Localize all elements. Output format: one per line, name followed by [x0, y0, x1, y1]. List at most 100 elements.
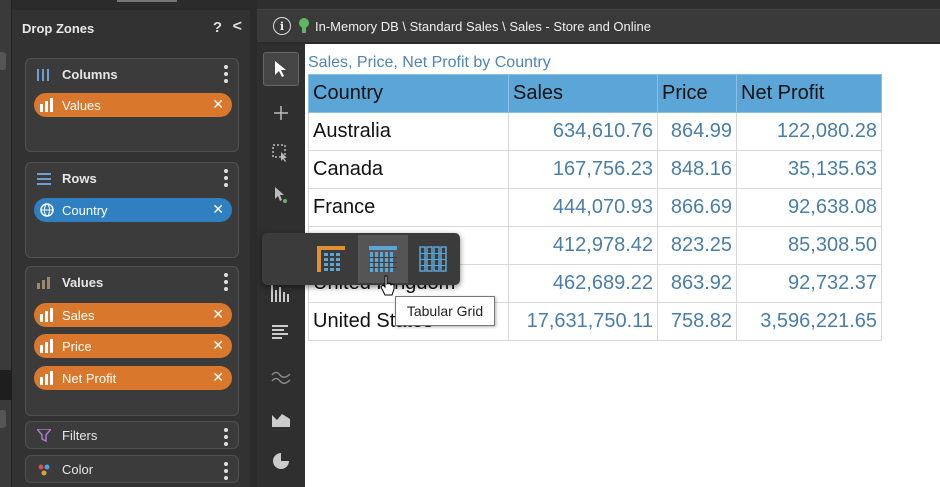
pill-label: Sales: [62, 307, 95, 323]
columns-zone-title: Columns: [62, 67, 118, 82]
drop-zones-title: Drop Zones: [22, 20, 95, 36]
drop-zones-panel: Drop Zones ? < Columns Values ✕ Rows Cou…: [12, 10, 250, 487]
price-cell[interactable]: 823.25: [657, 226, 737, 265]
net-profit-cell[interactable]: 92,732.37: [736, 264, 882, 303]
values-net-profit-pill[interactable]: Net Profit ✕: [34, 366, 232, 390]
column-header[interactable]: Net Profit: [736, 74, 882, 113]
help-icon[interactable]: ?: [213, 19, 222, 36]
report-breadcrumb-bar: i In-Memory DB \ Standard Sales \ Sales …: [257, 10, 940, 42]
report-title: Sales, Price, Net Profit by Country: [308, 54, 551, 71]
info-icon[interactable]: i: [273, 17, 291, 35]
pie-chart-button[interactable]: [263, 444, 299, 478]
price-cell[interactable]: 848.16: [657, 150, 737, 189]
rows-menu-icon[interactable]: [224, 169, 228, 187]
price-cell[interactable]: 758.82: [657, 302, 737, 341]
net-profit-cell[interactable]: 3,596,221.65: [736, 302, 882, 341]
pill-label: Country: [62, 202, 108, 218]
net-profit-cell[interactable]: 92,638.08: [736, 188, 882, 227]
table-row: Australia 634,610.76 864.99 122,080.28: [308, 112, 882, 151]
compact-grid-icon: [419, 246, 447, 272]
edge-divider: [0, 370, 12, 400]
values-menu-icon[interactable]: [224, 273, 228, 291]
sales-cell[interactable]: 634,610.76: [508, 112, 658, 151]
color-menu-icon[interactable]: [224, 462, 228, 480]
remove-icon[interactable]: ✕: [212, 201, 224, 218]
column-header[interactable]: Sales: [508, 74, 658, 113]
compact-grid-option[interactable]: [408, 235, 458, 283]
columns-zone[interactable]: Columns Values ✕: [25, 58, 239, 152]
select-pointer-button[interactable]: [263, 52, 299, 86]
sales-cell[interactable]: 412,978.42: [508, 226, 658, 265]
remove-icon[interactable]: ✕: [212, 369, 224, 386]
filters-menu-icon[interactable]: [224, 428, 228, 446]
rows-country-pill[interactable]: Country ✕: [34, 198, 232, 222]
measure-icon: [40, 339, 56, 353]
tab-indicator: [117, 0, 177, 2]
color-zone[interactable]: Color: [25, 455, 239, 483]
net-profit-cell[interactable]: 122,080.28: [736, 112, 882, 151]
country-cell[interactable]: Australia: [308, 112, 509, 151]
mouse-cursor: [380, 275, 396, 302]
column-header[interactable]: Price: [657, 74, 737, 113]
rows-zone[interactable]: Rows Country ✕: [25, 162, 239, 258]
values-price-pill[interactable]: Price ✕: [34, 334, 232, 358]
values-sales-pill[interactable]: Sales ✕: [34, 303, 232, 327]
top-strip: [117, 0, 940, 10]
drop-zones-header: Drop Zones ? <: [12, 10, 250, 46]
pill-label: Price: [62, 338, 92, 354]
marquee-select-button[interactable]: [263, 136, 299, 170]
grid-type-flyout: [262, 233, 460, 285]
pill-label: Net Profit: [62, 370, 117, 386]
measure-icon: [40, 371, 56, 385]
remove-icon[interactable]: ✕: [212, 306, 224, 323]
net-profit-cell[interactable]: 35,135.63: [736, 150, 882, 189]
pointer-icon: [275, 61, 286, 77]
values-icon: [36, 276, 52, 290]
column-header[interactable]: Country: [308, 74, 509, 113]
pie-chart-icon: [273, 453, 289, 469]
area-chart-button[interactable]: [263, 402, 299, 436]
area-chart-icon: [272, 414, 290, 427]
text-visual-button[interactable]: [263, 316, 299, 350]
remove-icon[interactable]: ✕: [212, 337, 224, 354]
country-cell[interactable]: France: [308, 188, 509, 227]
values-zone[interactable]: Values Sales ✕ Price ✕ Net Profit ✕: [25, 266, 239, 416]
breadcrumb: In-Memory DB \ Standard Sales \ Sales - …: [315, 18, 651, 34]
filter-icon: [36, 429, 52, 443]
table-row: Canada 167,756.23 848.16 35,135.63: [308, 150, 882, 189]
filters-zone[interactable]: Filters: [25, 421, 239, 449]
price-cell[interactable]: 864.99: [657, 112, 737, 151]
tooltip: Tabular Grid: [395, 296, 495, 326]
table-row: France 444,070.93 866.69 92,638.08: [308, 188, 882, 227]
color-zone-title: Color: [62, 462, 94, 477]
rows-icon: [36, 172, 52, 186]
globe-icon: [40, 203, 56, 217]
price-cell[interactable]: 863.92: [657, 264, 737, 303]
edge-handle[interactable]: [0, 52, 6, 70]
remove-icon[interactable]: ✕: [212, 96, 224, 113]
net-profit-cell[interactable]: 85,308.50: [736, 226, 882, 265]
header-row: Country Sales Price Net Profit: [308, 74, 882, 113]
sales-cell[interactable]: 462,689.22: [508, 264, 658, 303]
edge-handle[interactable]: [0, 410, 6, 428]
filters-zone-title: Filters: [62, 428, 98, 443]
collapse-panel-icon[interactable]: <: [233, 18, 242, 36]
country-cell[interactable]: Canada: [308, 150, 509, 189]
sales-cell[interactable]: 17,631,750.11: [508, 302, 658, 341]
columns-menu-icon[interactable]: [224, 65, 228, 83]
sales-cell[interactable]: 167,756.23: [508, 150, 658, 189]
classic-grid-icon: [317, 246, 345, 272]
drill-pointer-button[interactable]: [263, 178, 299, 212]
columns-values-pill[interactable]: Values ✕: [34, 93, 232, 117]
line-chart-button[interactable]: [263, 360, 299, 394]
sales-cell[interactable]: 444,070.93: [508, 188, 658, 227]
crosshair-button[interactable]: [263, 96, 299, 130]
values-zone-title: Values: [62, 275, 104, 290]
align-text-icon: [272, 325, 288, 339]
marquee-select-icon: [272, 144, 287, 162]
classic-grid-option[interactable]: [306, 235, 356, 283]
drill-pointer-icon: [275, 187, 287, 203]
database-icon: [297, 18, 311, 34]
price-cell[interactable]: 866.69: [657, 188, 737, 227]
measure-icon: [40, 98, 56, 112]
